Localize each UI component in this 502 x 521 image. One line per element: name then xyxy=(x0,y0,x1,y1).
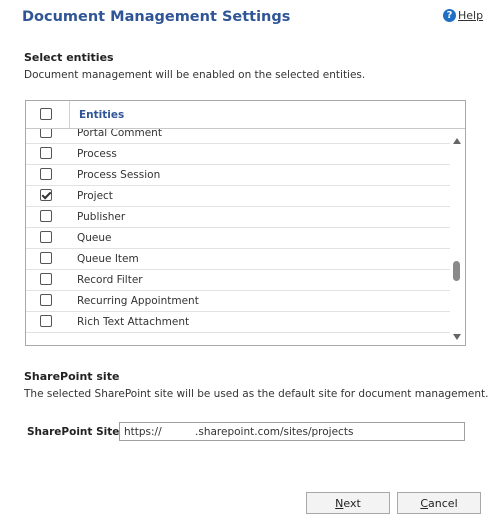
entity-row[interactable]: Rich Text Attachment xyxy=(26,312,450,333)
entity-label: Rich Text Attachment xyxy=(77,316,190,328)
entity-label: Project xyxy=(77,190,113,202)
scroll-down-arrow-icon[interactable] xyxy=(453,334,461,340)
entities-grid: Entities Portal Comment Process Process Se… xyxy=(25,100,466,346)
help-label: Help xyxy=(458,9,484,22)
entity-label: Queue Item xyxy=(77,253,139,265)
sharepoint-site-row: SharePoint Site: xyxy=(24,422,466,442)
entity-checkbox[interactable] xyxy=(40,210,52,222)
select-all-checkbox[interactable] xyxy=(40,108,52,120)
entity-label: Process xyxy=(77,148,117,160)
select-entities-heading: Select entities xyxy=(24,51,114,64)
entity-checkbox[interactable] xyxy=(40,252,52,264)
entity-row[interactable]: Publisher xyxy=(26,207,450,228)
entities-list: Portal Comment Process Process Session Proj… xyxy=(26,129,450,345)
entity-checkbox[interactable] xyxy=(40,294,52,306)
next-button-label: ext xyxy=(343,496,361,510)
cancel-button-label: ancel xyxy=(428,496,458,510)
entity-row[interactable]: Queue xyxy=(26,228,450,249)
vertical-scrollbar[interactable] xyxy=(450,129,465,345)
entities-column-header[interactable]: Entities xyxy=(79,109,124,121)
entity-row[interactable]: Portal Comment xyxy=(26,129,450,144)
entity-row[interactable]: Project xyxy=(26,186,450,207)
entity-checkbox[interactable] xyxy=(40,168,52,180)
sharepoint-site-heading: SharePoint site xyxy=(24,370,120,383)
cancel-button-mnemonic: C xyxy=(420,496,429,510)
header-checkbox-cell xyxy=(26,101,70,128)
entity-label: Recurring Appointment xyxy=(77,295,199,307)
sharepoint-site-input[interactable] xyxy=(119,422,465,441)
entity-label: Record Filter xyxy=(77,274,143,286)
next-button-mnemonic: N xyxy=(335,496,344,510)
entity-label: Queue xyxy=(77,232,112,244)
entity-label: Process Session xyxy=(77,169,161,181)
dialog-title: Document Management Settings xyxy=(22,9,291,25)
entity-row[interactable]: Process Session xyxy=(26,165,450,186)
entity-label: Publisher xyxy=(77,211,126,223)
scroll-up-arrow-icon[interactable] xyxy=(453,138,461,144)
entity-checkbox[interactable] xyxy=(40,231,52,243)
grid-header: Entities xyxy=(26,101,465,129)
entity-row[interactable]: Recurring Appointment xyxy=(26,291,450,312)
entity-row[interactable]: Process xyxy=(26,144,450,165)
scroll-thumb[interactable] xyxy=(453,261,460,281)
cancel-button[interactable]: Cancel xyxy=(397,492,481,514)
entity-checkbox[interactable] xyxy=(40,147,52,159)
sharepoint-site-description: The selected SharePoint site will be use… xyxy=(24,388,489,400)
entity-checkbox[interactable] xyxy=(40,273,52,285)
entity-checkbox[interactable] xyxy=(40,129,52,138)
entity-label: Portal Comment xyxy=(77,129,162,139)
sharepoint-site-label: SharePoint Site: xyxy=(27,426,124,438)
select-entities-description: Document management will be enabled on t… xyxy=(24,69,366,81)
entity-row[interactable]: Record Filter xyxy=(26,270,450,291)
help-link[interactable]: ? Help xyxy=(443,9,483,22)
entity-row[interactable]: Queue Item xyxy=(26,249,450,270)
next-button[interactable]: Next xyxy=(306,492,390,514)
help-icon: ? xyxy=(443,9,456,22)
entity-checkbox[interactable] xyxy=(40,315,52,327)
entity-checkbox[interactable] xyxy=(40,189,52,201)
